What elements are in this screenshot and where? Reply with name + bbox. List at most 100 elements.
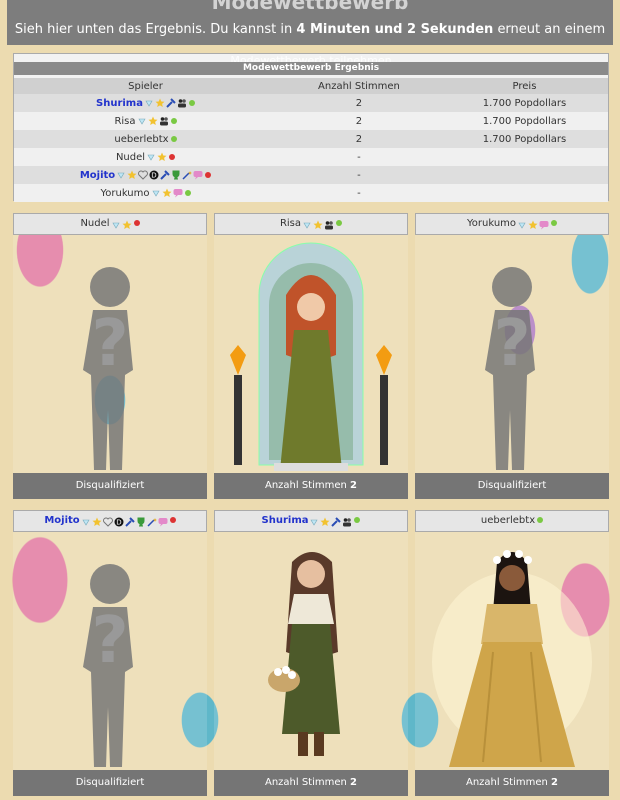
- star-icon: [320, 515, 330, 526]
- entry-card-header: ueberlebtx: [415, 510, 609, 532]
- diamond-icon: [81, 515, 91, 526]
- unknown-avatar-icon: ?: [83, 564, 133, 767]
- results-table: Spieler Anzahl Stimmen Preis Shurima 2 1…: [14, 78, 608, 202]
- entry-player-name[interactable]: Shurima: [262, 515, 309, 526]
- offline-status-icon: [133, 220, 140, 226]
- results-table-panel: Modewettbewerb teilnehmen Modewettbewerb…: [13, 53, 609, 202]
- result-notice: Sieh hier unten das Ergebnis. Du kannst …: [7, 22, 613, 37]
- unknown-avatar-icon: ?: [485, 267, 535, 470]
- avatar-gold-gown: [432, 550, 592, 767]
- diamond-icon: [302, 218, 312, 229]
- entry-card-header: Shurima: [214, 510, 408, 532]
- d-badge-icon: D: [149, 170, 159, 180]
- entry-card-nudel[interactable]: Nudel ? Disqualifiziert: [13, 213, 207, 499]
- svg-text:D: D: [116, 519, 121, 527]
- entry-player-name[interactable]: ueberlebtx: [481, 515, 535, 526]
- table-row: Yorukumo -: [14, 184, 608, 202]
- friends-icon: [324, 218, 334, 230]
- col-header-player: Spieler: [14, 78, 277, 94]
- entry-card-header: Yorukumo: [415, 213, 609, 235]
- heart-icon: [138, 170, 149, 180]
- gavel-icon: [331, 515, 342, 527]
- col-header-votes: Anzahl Stimmen: [276, 78, 441, 94]
- entry-card-header: Nudel: [13, 213, 207, 235]
- prize-cell: 1.700 Popdollars: [440, 112, 608, 130]
- online-status-icon: [170, 135, 177, 142]
- entry-card-mojito[interactable]: Mojito D ? Disqualifiziert: [13, 510, 207, 796]
- entry-player-name[interactable]: Nudel: [80, 218, 109, 229]
- entry-vote-count: Anzahl Stimmen 2: [415, 770, 609, 796]
- friends-icon: [177, 98, 187, 108]
- star-icon: [313, 218, 323, 229]
- votes-cell: -: [276, 166, 441, 184]
- star-icon: [92, 515, 102, 526]
- votes-value: 2: [551, 777, 559, 788]
- friends-icon: [342, 515, 352, 527]
- entry-status: Disqualifiziert: [13, 770, 207, 796]
- diamond-icon: [111, 218, 121, 229]
- votes-cell: 2: [276, 112, 441, 130]
- prize-cell: [440, 166, 608, 184]
- avatar-stage: ?: [13, 235, 207, 473]
- star-icon: [157, 152, 167, 162]
- player-cell: Mojito D: [14, 166, 277, 184]
- outfit-image: [214, 235, 408, 473]
- player-name-link[interactable]: Mojito: [80, 170, 115, 181]
- chat-icon: [193, 170, 203, 180]
- notice-suffix: erneut an einem: [497, 22, 606, 37]
- votes-label: Anzahl Stimmen: [465, 777, 548, 788]
- contest-page: Modewettbewerb Sieh hier unten das Ergeb…: [7, 0, 613, 800]
- offline-status-icon: [169, 517, 176, 523]
- wand-icon: [182, 170, 193, 180]
- entry-card-yorukumo[interactable]: Yorukumo ? Disqualifiziert: [415, 213, 609, 499]
- avatar-stage: ?: [415, 235, 609, 473]
- entry-player-name[interactable]: Risa: [280, 218, 301, 229]
- chat-icon: [539, 218, 549, 230]
- entry-card-shurima[interactable]: Shurima Anzahl Stimmen 2: [214, 510, 408, 796]
- friends-icon: [159, 116, 169, 126]
- table-row: Nudel -: [14, 148, 608, 166]
- diamond-icon: [116, 170, 126, 180]
- online-status-icon: [537, 517, 544, 523]
- header-bar: Modewettbewerb Sieh hier unten das Ergeb…: [7, 0, 613, 45]
- player-cell: Risa: [14, 112, 277, 130]
- player-name-link[interactable]: ueberlebtx: [114, 134, 168, 145]
- player-name-link[interactable]: Risa: [114, 116, 135, 127]
- svg-text:?: ?: [91, 307, 128, 381]
- votes-cell: -: [276, 148, 441, 166]
- entry-vote-count: Anzahl Stimmen 2: [214, 770, 408, 796]
- star-icon: [148, 116, 158, 126]
- entry-player-name[interactable]: Yorukumo: [467, 218, 516, 229]
- outfit-image: [214, 532, 408, 770]
- star-icon: [122, 218, 132, 229]
- entry-vote-count: Anzahl Stimmen 2: [214, 473, 408, 499]
- table-row: Shurima 2 1.700 Popdollars: [14, 94, 608, 112]
- entry-card-risa[interactable]: Risa Anzahl Stimmen 2: [214, 213, 408, 499]
- diamond-icon: [517, 218, 527, 229]
- notice-countdown: 4 Minuten und 2 Sekunden: [296, 22, 494, 37]
- entry-player-name[interactable]: Mojito: [44, 515, 79, 526]
- unknown-avatar-icon: ?: [83, 267, 133, 470]
- heart-icon: [102, 515, 113, 527]
- player-name-link[interactable]: Nudel: [116, 152, 145, 163]
- star-icon: [155, 98, 165, 108]
- votes-label: Anzahl Stimmen: [264, 480, 347, 491]
- diamond-icon: [151, 188, 161, 198]
- svg-text:?: ?: [493, 307, 530, 381]
- table-row: Risa 2 1.700 Popdollars: [14, 112, 608, 130]
- player-name-link[interactable]: Shurima: [96, 98, 143, 109]
- col-header-prize: Preis: [440, 78, 608, 94]
- wand-icon: [147, 515, 157, 527]
- player-cell: Nudel: [14, 148, 277, 166]
- notice-prefix: Sieh hier unten das Ergebnis. Du kannst …: [14, 22, 293, 37]
- outfit-image: [415, 532, 609, 770]
- votes-label: Anzahl Stimmen: [264, 777, 347, 788]
- page-title: Modewettbewerb: [211, 0, 409, 14]
- votes-value: 2: [350, 777, 358, 788]
- entry-card-ueberlebtx[interactable]: ueberlebtx Anzahl Stimmen 2: [415, 510, 609, 796]
- avatar-brown-hair-green-skirt: [268, 552, 340, 756]
- votes-cell: 2: [276, 94, 441, 112]
- diamond-icon: [309, 515, 319, 526]
- player-name-link[interactable]: Yorukumo: [100, 188, 149, 199]
- entry-status: Disqualifiziert: [415, 473, 609, 499]
